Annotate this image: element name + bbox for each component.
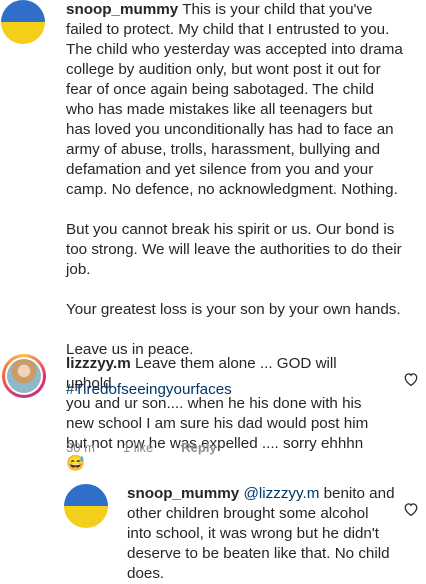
comment-line: you and ur son.... when he his done with… [66,395,362,412]
avatar-snoop-mummy[interactable] [1,0,45,44]
like-heart-icon[interactable] [403,372,419,386]
comment-reply: lizzzyy.m Leave them alone ... GOD will … [66,354,382,474]
comment-line: does. [127,565,165,582]
comment-line: Your greatest loss is your son by your o… [66,301,401,318]
comment-username[interactable]: lizzzyy.m [66,355,131,372]
avatar-snoop-mummy[interactable] [64,484,108,528]
comment-line: camp. No defence, no acknowledgment. Not… [66,181,398,198]
comment-line: defamation and yet silence from you and … [66,161,374,178]
avatar-lizzzyy[interactable] [2,354,46,398]
comment-line: failed to protect. My child that I entru… [66,21,390,38]
likes-count[interactable]: 1 like [123,440,153,455]
comment-line: too strong. We will leave the authoritie… [66,241,402,258]
comment-meta: 30 m 1 like Reply [66,440,217,455]
comment-line: fear of once again being sabotaged. The … [66,81,374,98]
profile-photo [7,359,41,393]
comment-line: has loved you unconditionally has had to… [66,121,394,138]
comment-line: But you cannot break his spirit or us. O… [66,221,395,238]
comment-line: deserve to be beaten like that. No child [127,545,390,562]
comment-text: This is your child that you've [178,1,373,18]
mention-link[interactable]: @lizzzyy.m [239,485,319,502]
comment-username[interactable]: snoop_mummy [127,485,239,502]
comment-line: job. [66,261,91,278]
comment-line: into school, it was wrong but he didn't [127,525,379,542]
reply-button[interactable]: Reply [181,440,216,455]
comment-line: new school I am sure his dad would post … [66,415,369,432]
timestamp: 30 m [66,440,95,455]
like-heart-icon[interactable] [403,502,419,516]
comment-line: other children brought some alcohol [127,505,369,522]
comment-line: college by audition only, but wont post … [66,61,381,78]
comment-line: who has made mistakes like all teenagers… [66,101,373,118]
comment-text: benito and [319,485,395,502]
comment-main: snoop_mummy This is your child that you'… [66,0,422,400]
comment-reply: snoop_mummy @lizzzyy.m benito and other … [127,484,397,584]
comment-username[interactable]: snoop_mummy [66,1,178,18]
comment-line: army of abuse, trolls, harassment, bully… [66,141,381,158]
comment-line: The child who yesterday was accepted int… [66,41,403,58]
